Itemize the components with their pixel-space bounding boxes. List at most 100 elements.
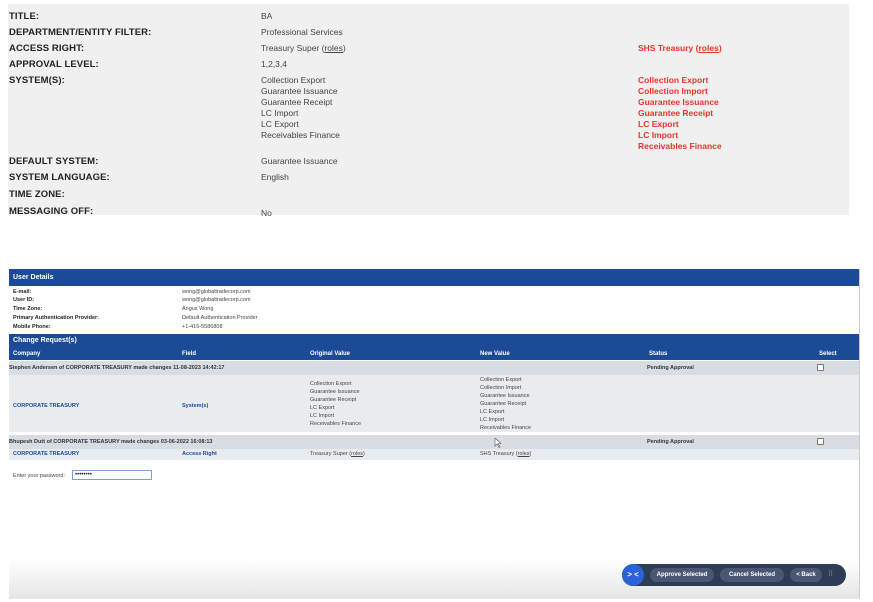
- mobile-label: Mobile Phone:: [13, 324, 51, 330]
- list-item: LC Export: [638, 119, 679, 129]
- status-badge: Pending Approval: [647, 439, 694, 445]
- list-item: Guarantee Issuance: [261, 86, 338, 96]
- back-button[interactable]: < Back: [790, 568, 822, 582]
- list-item: Guarantee Receipt: [480, 401, 527, 407]
- select-checkbox[interactable]: [817, 364, 824, 371]
- change-requests-header: Change Request(s) Company Field Original…: [9, 334, 859, 360]
- field-link[interactable]: Access Right: [182, 450, 217, 458]
- system-language-value: English: [261, 172, 289, 182]
- department-value: Professional Services: [261, 27, 343, 37]
- column-header-status: Status: [649, 351, 668, 357]
- time-zone-detail-label: Time Zone:: [13, 306, 43, 312]
- title-label: TITLE:: [9, 11, 40, 22]
- email-value: wong@globaltradecorp.com: [182, 289, 251, 295]
- systems-original-list: Collection Export Guarantee Issuance Gua…: [261, 75, 340, 141]
- access-right-label: ACCESS RIGHT:: [9, 43, 85, 54]
- original-value-text: Treasury Super: [310, 451, 348, 457]
- list-item: Collection Import: [480, 385, 522, 391]
- list-item: Guarantee Issuance: [638, 97, 719, 107]
- systems-new-list: Collection Export Collection Import Guar…: [638, 75, 722, 152]
- original-roles-link[interactable]: roles: [324, 43, 342, 53]
- password-input[interactable]: [72, 470, 152, 480]
- list-item: LC Import: [310, 413, 335, 419]
- new-value: SHS Treasury (roles): [480, 451, 532, 457]
- time-zone-detail-value: Angus Wong: [182, 306, 214, 312]
- company-link[interactable]: CORPORATE TREASURY: [13, 450, 79, 458]
- list-item: Guarantee Receipt: [261, 97, 333, 107]
- cancel-selected-button[interactable]: Cancel Selected: [720, 568, 784, 582]
- approval-level-value: 1,2,3,4: [261, 59, 287, 69]
- list-item: Guarantee Receipt: [638, 108, 714, 118]
- department-label: DEPARTMENT/ENTITY FILTER:: [9, 27, 152, 38]
- auth-provider-label: Primary Authentication Provider:: [13, 315, 99, 321]
- systems-label: SYSTEM(S):: [9, 75, 65, 86]
- mouse-cursor-icon: [494, 438, 502, 448]
- user-detail-summary-panel: TITLE: BA DEPARTMENT/ENTITY FILTER: Prof…: [8, 4, 849, 218]
- list-item: Collection Export: [480, 377, 522, 383]
- list-item: Receivables Finance: [261, 130, 340, 140]
- user-details-header: User Details: [9, 269, 859, 286]
- list-item: Collection Export: [310, 381, 352, 387]
- list-item: LC Export: [480, 409, 505, 415]
- table-row: CORPORATE TREASURY Access Right Treasury…: [9, 449, 859, 460]
- list-item: Collection Export: [261, 75, 326, 85]
- list-item: Collection Export: [638, 75, 709, 85]
- auth-provider-value: Default Authentication Provider: [182, 315, 258, 321]
- access-right-original: Treasury Super: [261, 43, 320, 53]
- default-system-label: DEFAULT SYSTEM:: [9, 156, 99, 167]
- change-requests-title: Change Request(s): [13, 337, 77, 344]
- original-value: Treasury Super (roles): [310, 451, 365, 457]
- list-item: Guarantee Issuance: [310, 389, 360, 395]
- password-label: Enter your password:: [13, 473, 65, 479]
- list-item: Receivables Finance: [310, 421, 362, 427]
- user-id-value: wong@globaltradecorp.com: [182, 297, 251, 303]
- messaging-off-value: No: [261, 208, 272, 218]
- new-roles-link[interactable]: roles: [698, 43, 718, 53]
- change-group-heading: Stephen Andersen of CORPORATE TREASURY m…: [9, 361, 859, 375]
- approve-selected-button[interactable]: Approve Selected: [650, 568, 714, 582]
- collapse-toggle-button[interactable]: > <: [622, 564, 644, 586]
- email-label: E-mail:: [13, 289, 32, 295]
- approval-panel: User Details E-mail: wong@globaltradecor…: [9, 269, 860, 599]
- list-item: Collection Import: [638, 86, 708, 96]
- column-header-original-value: Original Value: [310, 351, 351, 357]
- change-group-title: Stephen Andersen of CORPORATE TREASURY m…: [9, 365, 225, 371]
- change-group-heading: Bhupesh Dutt of CORPORATE TREASURY made …: [9, 435, 859, 449]
- list-item: LC Import: [480, 417, 505, 423]
- approval-level-label: APPROVAL LEVEL:: [9, 59, 99, 70]
- table-row: CORPORATE TREASURY System(s) Collection …: [9, 375, 859, 432]
- select-checkbox[interactable]: [817, 438, 824, 445]
- list-item: LC Import: [261, 108, 299, 118]
- action-toolbar: > < Approve Selected Cancel Selected < B…: [622, 564, 846, 586]
- default-system-value: Guarantee Issuance: [261, 156, 338, 166]
- list-item: LC Export: [310, 405, 335, 411]
- field-link[interactable]: System(s): [182, 402, 208, 410]
- column-header-field: Field: [182, 351, 197, 357]
- column-header-select: Select: [819, 351, 837, 357]
- list-item: Guarantee Issuance: [480, 393, 530, 399]
- grip-icon[interactable]: ⠿: [828, 570, 838, 580]
- messaging-off-label: MESSAGING OFF:: [9, 206, 94, 217]
- title-value: BA: [261, 11, 273, 21]
- system-language-label: SYSTEM LANGUAGE:: [9, 172, 110, 183]
- time-zone-label: TIME ZONE:: [9, 189, 65, 200]
- access-right-new: SHS Treasury (roles): [638, 43, 722, 53]
- list-item: Receivables Finance: [638, 141, 722, 151]
- list-item: LC Import: [638, 130, 679, 140]
- user-id-label: User ID:: [13, 297, 35, 303]
- new-value-text: SHS Treasury: [480, 451, 515, 457]
- change-group-title: Bhupesh Dutt of CORPORATE TREASURY made …: [9, 439, 213, 445]
- list-item: Receivables Finance: [480, 425, 532, 431]
- column-header-new-value: New Value: [480, 351, 510, 357]
- new-roles-link[interactable]: roles: [518, 451, 530, 457]
- new-value-list: Collection Export Collection Import Guar…: [480, 376, 531, 432]
- access-right-new-value: SHS Treasury: [638, 43, 694, 53]
- company-link[interactable]: CORPORATE TREASURY: [13, 402, 79, 410]
- mobile-value: +1-416-5586808: [182, 324, 223, 330]
- original-roles-link[interactable]: roles: [351, 451, 363, 457]
- list-item: Guarantee Receipt: [310, 397, 357, 403]
- list-item: LC Export: [261, 119, 299, 129]
- status-badge: Pending Approval: [647, 365, 694, 371]
- column-header-company: Company: [13, 351, 41, 357]
- original-value-list: Collection Export Guarantee Issuance Gua…: [310, 380, 361, 428]
